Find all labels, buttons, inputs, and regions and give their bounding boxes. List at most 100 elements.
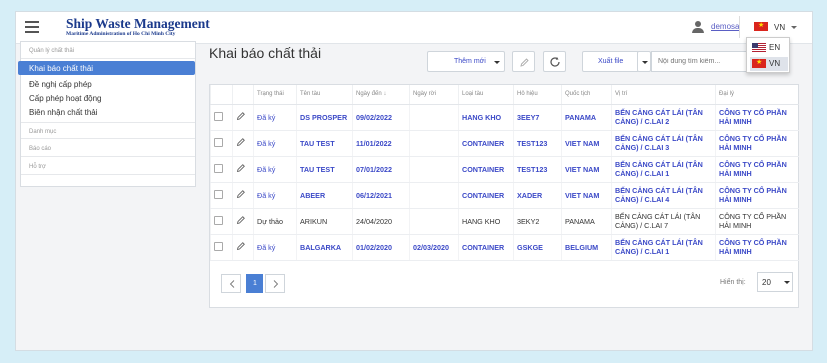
- sidebar-item-waste-receipt[interactable]: Biên nhận chất thải: [21, 105, 195, 119]
- edit-column-header: [232, 85, 254, 105]
- refresh-button[interactable]: [543, 51, 566, 72]
- row-checkbox-cell: [210, 234, 233, 261]
- waste-declaration-table: Trạng thái Tên tàu Ngày đến ↓ Ngày rời L…: [210, 85, 799, 261]
- row-checkbox[interactable]: [214, 241, 223, 251]
- user-name-link[interactable]: demosa: [711, 22, 739, 31]
- row-checkbox[interactable]: [214, 111, 223, 121]
- column-header-status[interactable]: Trạng thái: [253, 85, 297, 105]
- cell-departure: [409, 104, 459, 131]
- cell-location: BẾN CẢNG CÁT LÁI (TÂN CẢNG) / C.LAI 7: [611, 208, 716, 235]
- main-content: Khai báo chất thải Thêm mới Xuất file Nộ…: [207, 41, 807, 309]
- cell-location: BẾN CẢNG CÁT LÁI (TÂN CẢNG) / C.LAI 4: [611, 182, 716, 209]
- prev-page-button[interactable]: [221, 274, 241, 293]
- row-checkbox-cell: [210, 208, 233, 235]
- column-header-departure[interactable]: Ngày rời: [409, 85, 459, 105]
- top-bar: Ship Waste Management Maritime Administr…: [16, 12, 812, 44]
- row-checkbox-cell: [210, 130, 233, 157]
- row-checkbox[interactable]: [214, 215, 223, 225]
- column-header-location[interactable]: Vị trí: [611, 85, 716, 105]
- cell-status: Đã ký: [253, 156, 297, 183]
- page-button-1[interactable]: 1: [246, 274, 263, 293]
- cell-status: Đã ký: [253, 130, 297, 157]
- cell-agent: CÔNG TY CỔ PHẦN HẢI MINH: [715, 130, 799, 157]
- cell-agent: CÔNG TY CỔ PHẦN HẢI MINH: [715, 104, 799, 131]
- cell-agent: CÔNG TY CỔ PHẦN HẢI MINH: [715, 156, 799, 183]
- row-edit-cell: [232, 208, 254, 235]
- user-icon: [692, 21, 704, 33]
- pencil-icon[interactable]: [236, 189, 246, 199]
- cell-agent: CÔNG TY CỔ PHẦN HẢI MINH: [715, 182, 799, 209]
- export-button[interactable]: Xuất file: [582, 51, 639, 72]
- sidebar-item-operation-permit[interactable]: Cấp phép hoạt động: [21, 91, 195, 105]
- app-title: Ship Waste Management: [66, 16, 210, 31]
- cell-ship[interactable]: TAU TEST: [296, 156, 353, 183]
- language-option-en[interactable]: EN: [750, 41, 788, 55]
- cell-status: Đã ký: [253, 234, 297, 261]
- sidebar-item-waste-declaration[interactable]: Khai báo chất thải: [18, 61, 195, 75]
- chevron-down-icon: [494, 61, 500, 64]
- cell-ship[interactable]: DS PROSPER: [296, 104, 353, 131]
- pencil-icon[interactable]: [236, 163, 246, 173]
- add-new-label: Thêm mới: [454, 58, 486, 65]
- pencil-icon: [520, 58, 529, 67]
- pencil-icon[interactable]: [236, 241, 246, 251]
- table-row[interactable]: Đã ký TAU TEST 07/01/2022 CONTAINER TEST123 V…: [210, 156, 799, 183]
- pencil-icon[interactable]: [236, 137, 246, 147]
- sidebar-section-catalog[interactable]: Danh mục: [21, 122, 195, 139]
- cell-ship[interactable]: ABEER: [296, 182, 353, 209]
- sidebar-section-waste[interactable]: Quản lý chất thải: [21, 42, 195, 59]
- row-edit-cell: [232, 182, 254, 209]
- cell-ship[interactable]: BALGARKA: [296, 234, 353, 261]
- table-row[interactable]: Dự thảo ARIKUN 24/04/2020 HANG KHO 3EKY2 PANA…: [210, 208, 799, 235]
- cell-status: Đã ký: [253, 104, 297, 131]
- row-checkbox[interactable]: [214, 137, 223, 147]
- column-header-arrival[interactable]: Ngày đến ↓: [352, 85, 410, 105]
- cell-ship[interactable]: ARIKUN: [296, 208, 353, 235]
- column-header-nationality[interactable]: Quốc tịch: [561, 85, 612, 105]
- cell-ship[interactable]: TAU TEST: [296, 130, 353, 157]
- language-option-vn[interactable]: VN: [750, 57, 788, 71]
- cell-location: BẾN CẢNG CÁT LÁI (TÂN CẢNG) / C.LAI 1: [611, 156, 716, 183]
- chevron-down-icon: [784, 281, 790, 284]
- column-header-ship-type[interactable]: Loại tàu: [458, 85, 514, 105]
- row-checkbox-cell: [210, 182, 233, 209]
- sidebar-section-support[interactable]: Hỗ trợ: [21, 158, 195, 175]
- refresh-icon: [550, 57, 560, 67]
- cell-agent: CÔNG TY CỔ PHẦN HẢI MINH: [715, 208, 799, 235]
- cell-location: BẾN CẢNG CÁT LÁI (TÂN CẢNG) / C.LAI 3: [611, 130, 716, 157]
- cell-callsign: TEST123: [513, 156, 562, 183]
- add-new-button[interactable]: Thêm mới: [427, 51, 505, 72]
- us-flag-icon: [752, 43, 766, 52]
- language-menu: EN VN: [746, 37, 790, 73]
- column-header-agent[interactable]: Đại lý: [715, 85, 799, 105]
- pencil-icon[interactable]: [236, 111, 246, 121]
- table-row[interactable]: Đã ký BALGARKA 01/02/2020 02/03/2020 CONTAIN…: [210, 234, 799, 261]
- row-edit-cell: [232, 234, 254, 261]
- export-dropdown-button[interactable]: [637, 51, 651, 72]
- sidebar-item-permit-request[interactable]: Đề nghị cấp phép: [21, 77, 195, 91]
- cell-arrival: 09/02/2022: [352, 104, 410, 131]
- pencil-icon[interactable]: [236, 215, 246, 225]
- next-page-button[interactable]: [265, 274, 285, 293]
- column-header-ship[interactable]: Tên tàu: [296, 85, 353, 105]
- select-column-header: [210, 85, 233, 105]
- cell-status: Dự thảo: [253, 208, 297, 235]
- table-row[interactable]: Đã ký TAU TEST 11/01/2022 CONTAINER TEST123 V…: [210, 130, 799, 157]
- sidebar-section-reports[interactable]: Báo cáo: [21, 140, 195, 157]
- chevron-right-icon: [273, 280, 279, 288]
- row-checkbox[interactable]: [214, 163, 223, 173]
- cell-location: BẾN CẢNG CÁT LÁI (TÂN CẢNG) / C.LAI 1: [611, 234, 716, 261]
- cell-type: CONTAINER: [458, 234, 514, 261]
- row-checkbox[interactable]: [214, 189, 223, 199]
- edit-button[interactable]: [512, 51, 535, 72]
- cell-type: HANG KHO: [458, 208, 514, 235]
- table-row[interactable]: Đã ký ABEER 06/12/2021 CONTAINER XADER VIET N…: [210, 182, 799, 209]
- menu-icon[interactable]: [25, 21, 39, 35]
- row-checkbox-cell: [210, 156, 233, 183]
- page-size-select[interactable]: 20: [757, 272, 793, 292]
- language-select[interactable]: VN: [739, 16, 797, 38]
- table-row[interactable]: Đã ký DS PROSPER 09/02/2022 HANG KHO 3EEY7 PA…: [210, 104, 799, 131]
- column-header-callsign[interactable]: Hô hiệu: [513, 85, 562, 105]
- export-label: Xuất file: [598, 58, 624, 65]
- cell-type: CONTAINER: [458, 130, 514, 157]
